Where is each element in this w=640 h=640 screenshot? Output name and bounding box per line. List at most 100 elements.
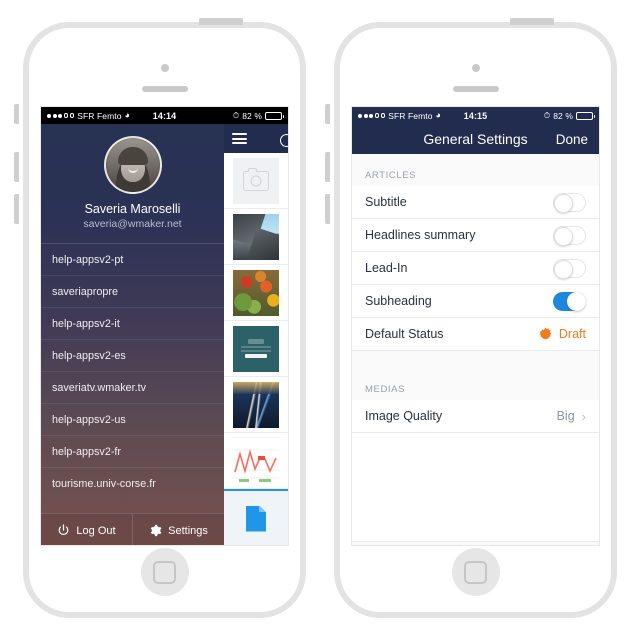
battery-percent-label: 82 % — [242, 110, 262, 121]
setting-row-image-quality[interactable]: Image Quality Big › — [352, 400, 599, 433]
avatar — [103, 136, 162, 194]
silent-switch[interactable] — [325, 104, 330, 124]
power-button[interactable] — [199, 18, 243, 25]
sidebar-item-site[interactable]: tourisme.univ-corse.fr — [41, 467, 224, 499]
right-phone-screen: SFR Femto ◕ 14:15 ⏱ 82 % General Setting… — [351, 106, 600, 546]
vegetables-photo-thumbnail[interactable] — [224, 265, 288, 321]
earpiece-speaker — [141, 86, 188, 92]
empty-list-area — [352, 433, 599, 542]
site-label: saveriapropre — [52, 285, 119, 298]
volume-up-button[interactable] — [14, 152, 19, 182]
setting-row-subheading[interactable]: Subheading — [352, 285, 599, 318]
section-header-medias: MEDIAS — [352, 368, 599, 400]
sidebar-item-site[interactable]: saveriapropre — [41, 275, 224, 307]
done-button[interactable]: Done — [556, 132, 588, 147]
status-badge[interactable]: Draft — [538, 327, 586, 342]
buildings-photo-thumbnail[interactable] — [224, 209, 288, 265]
earpiece-speaker — [452, 86, 499, 92]
page-title: General Settings — [423, 131, 528, 147]
site-list: help-appsv2-pt saveriapropre help-appsv2… — [41, 243, 224, 513]
logout-button[interactable]: Log Out — [41, 514, 132, 545]
line-chart-thumbnail[interactable] — [224, 433, 288, 489]
lead-in-toggle[interactable] — [553, 258, 586, 279]
site-label: tourisme.univ-corse.fr — [52, 477, 156, 490]
setting-row-subtitle[interactable]: Subtitle — [352, 186, 599, 219]
front-camera-icon — [471, 64, 480, 72]
section-header-articles: ARTICLES — [352, 154, 599, 186]
user-name: Saveria Maroselli — [84, 202, 181, 216]
clock-label: 14:14 — [152, 110, 177, 121]
status-bar: SFR Femto ◕ 14:15 ⏱ 82 % — [352, 107, 599, 124]
status-bar: SFR Femto ◕ 14:14 ⏱ 82 % — [41, 107, 288, 124]
site-label: help-appsv2-us — [52, 413, 126, 426]
setting-row-default-status[interactable]: Default Status Draft — [352, 318, 599, 351]
volume-down-button[interactable] — [325, 194, 330, 224]
navigation-bar: General Settings Done — [352, 124, 599, 154]
home-button[interactable] — [140, 548, 189, 596]
home-square-icon — [464, 560, 487, 584]
alarm-clock-icon: ⏱ — [232, 110, 240, 120]
clock-label: 14:15 — [463, 110, 488, 121]
sidebar-drawer: Saveria Maroselli saveria@wmaker.net hel… — [41, 124, 224, 545]
sidebar-item-site[interactable]: help-appsv2-es — [41, 339, 224, 371]
thumbnail-strip[interactable] — [224, 153, 288, 545]
setting-row-headlines-summary[interactable]: Headlines summary — [352, 219, 599, 252]
settings-button[interactable]: Settings — [132, 514, 224, 545]
left-phone-mockup: SFR Femto ◕ 14:14 ⏱ 82 % Saveria Marosel… — [14, 18, 306, 618]
light-trails-photo-thumbnail[interactable] — [224, 377, 288, 433]
setting-label: Headlines summary — [365, 228, 476, 242]
right-phone-mockup: SFR Femto ◕ 14:15 ⏱ 82 % General Setting… — [325, 18, 617, 618]
content-navbar — [224, 124, 288, 153]
sidebar-toolbar: Log Out Settings — [41, 513, 224, 545]
site-label: help-appsv2-es — [52, 349, 126, 362]
wifi-icon: ◕ — [124, 110, 131, 120]
signal-strength-icon — [47, 113, 75, 118]
gear-icon — [149, 524, 162, 537]
site-label: help-appsv2-pt — [52, 253, 124, 266]
setting-label: Image Quality — [365, 409, 443, 423]
volume-down-button[interactable] — [14, 194, 19, 224]
user-email: saveria@wmaker.net — [83, 218, 182, 230]
silent-switch[interactable] — [14, 104, 19, 124]
site-label: help-appsv2-fr — [52, 445, 122, 458]
camera-placeholder-thumbnail[interactable] — [224, 153, 288, 209]
headlines-summary-toggle[interactable] — [553, 225, 586, 246]
left-phone-screen: SFR Femto ◕ 14:14 ⏱ 82 % Saveria Marosel… — [40, 106, 289, 546]
setting-label: Default Status — [365, 327, 444, 341]
setting-label: Subtitle — [365, 195, 407, 209]
circle-icon[interactable] — [280, 133, 288, 147]
sidebar-item-site[interactable]: help-appsv2-pt — [41, 243, 224, 275]
sidebar-item-site[interactable]: help-appsv2-it — [41, 307, 224, 339]
hamburger-menu-icon[interactable] — [232, 130, 247, 146]
subheading-toggle[interactable] — [553, 291, 586, 311]
profile-header[interactable]: Saveria Maroselli saveria@wmaker.net — [41, 124, 224, 243]
section-spacer — [352, 351, 599, 368]
setting-label: Subheading — [365, 294, 432, 308]
settings-list: ARTICLES Subtitle Headlines summary Lead… — [352, 154, 599, 545]
power-icon — [57, 524, 70, 537]
front-camera-icon — [160, 64, 169, 72]
alarm-clock-icon: ⏱ — [543, 110, 551, 120]
signal-strength-icon — [358, 113, 386, 118]
document-icon-thumbnail[interactable] — [224, 489, 288, 545]
sidebar-item-site[interactable]: help-appsv2-fr — [41, 435, 224, 467]
orange-burst-icon — [538, 327, 553, 342]
sidebar-item-site[interactable]: saveriatv.wmaker.tv — [41, 371, 224, 403]
carrier-label: SFR Femto — [77, 110, 122, 121]
home-button[interactable] — [451, 548, 500, 596]
image-quality-value: Big — [556, 409, 575, 423]
volume-up-button[interactable] — [325, 152, 330, 182]
camera-icon — [243, 167, 269, 191]
content-peek-panel — [224, 124, 288, 545]
sidebar-item-site[interactable]: help-appsv2-us — [41, 403, 224, 435]
wifi-icon: ◕ — [435, 110, 442, 120]
carrier-label: SFR Femto — [388, 110, 433, 121]
screenshot-canvas: SFR Femto ◕ 14:14 ⏱ 82 % Saveria Marosel… — [0, 0, 640, 640]
chevron-right-icon: › — [581, 408, 586, 424]
login-screen-thumbnail[interactable] — [224, 321, 288, 377]
site-label: saveriatv.wmaker.tv — [52, 381, 146, 394]
subtitle-toggle[interactable] — [553, 192, 586, 213]
setting-row-lead-in[interactable]: Lead-In — [352, 252, 599, 285]
power-button[interactable] — [510, 18, 554, 25]
status-value: Draft — [558, 327, 586, 341]
